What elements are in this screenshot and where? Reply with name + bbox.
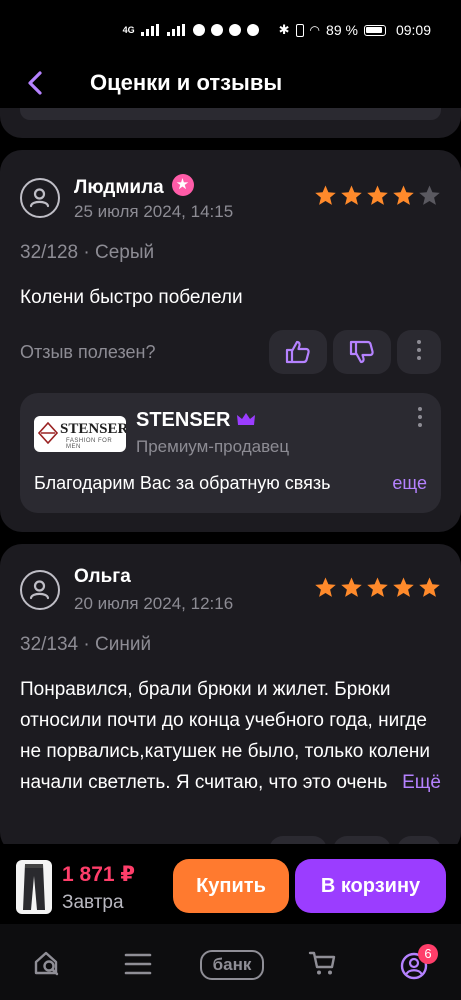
product-price: 1 871 ₽ xyxy=(62,863,135,886)
wifi-icon: ◠ xyxy=(309,23,321,37)
reviewer-name: Людмила xyxy=(74,174,194,199)
thumbs-down-icon xyxy=(349,340,374,364)
star-icon xyxy=(367,577,388,597)
seller-reply-more-link[interactable]: еще xyxy=(388,473,427,494)
star-icon xyxy=(393,185,414,205)
buy-button[interactable]: Купить xyxy=(173,859,289,913)
star-icon xyxy=(315,185,336,205)
dislike-button[interactable] xyxy=(333,330,391,374)
seller-more-options-button[interactable] xyxy=(413,407,427,437)
purchase-bar: 1 871 ₽ Завтра Купить В корзину xyxy=(0,844,461,924)
battery-percent: 89 % xyxy=(326,22,358,38)
review-card: Ольга 20 июля 2024, 12:16 32/134 · Синий… xyxy=(0,544,461,854)
more-vertical-icon xyxy=(417,340,421,360)
review-text: Понравился, брали брюки и жилет. Брюки о… xyxy=(20,679,431,793)
star-icon xyxy=(393,577,414,597)
avatar xyxy=(20,570,60,610)
message-icon xyxy=(192,24,205,36)
battery-icon xyxy=(363,24,386,36)
chevron-left-icon xyxy=(28,71,42,95)
nav-bank[interactable]: банк xyxy=(200,950,264,980)
bluetooth-icon: ✱ xyxy=(278,22,290,37)
page-title: Оценки и отзывы xyxy=(90,70,283,95)
top-reviewer-badge-icon xyxy=(171,174,194,196)
home-search-icon xyxy=(34,951,59,976)
more-options-button[interactable] xyxy=(397,330,441,374)
facebook-icon xyxy=(228,24,241,36)
star-icon xyxy=(341,185,362,205)
star-icon xyxy=(419,185,440,205)
trousers-image xyxy=(23,864,45,910)
star-icon xyxy=(419,577,440,597)
review-date: 25 июля 2024, 14:15 xyxy=(74,202,234,221)
nav-cart[interactable] xyxy=(308,948,338,983)
product-thumbnail[interactable] xyxy=(16,860,52,914)
previous-review-card xyxy=(0,108,461,138)
seller-reply-text: Благодарим Вас за обратную связь xyxy=(34,473,331,493)
thumbs-up-icon xyxy=(285,340,310,364)
review-card: Людмила 25 июля 2024, 14:15 32/128 · Сер… xyxy=(0,150,461,532)
seller-status: Премиум-продавец xyxy=(136,437,290,456)
crown-icon xyxy=(237,413,256,425)
review-date: 20 июля 2024, 12:16 xyxy=(74,594,234,613)
seller-name[interactable]: STENSER xyxy=(136,409,256,432)
cart-icon xyxy=(308,951,336,975)
user-icon xyxy=(29,188,50,208)
review-more-link[interactable]: Ещё xyxy=(392,767,441,798)
star-icon xyxy=(367,185,388,205)
status-icons: 4G ✱ ◠ 89 % 09:09 xyxy=(123,22,431,38)
avatar xyxy=(20,178,60,218)
vibrate-icon xyxy=(295,23,304,37)
seller-logo: STENSER FASHION FOR MEN xyxy=(34,416,126,452)
signal-icon-2 xyxy=(166,24,187,36)
star-icon xyxy=(315,577,336,597)
notification-badge: 6 xyxy=(418,944,438,964)
star-icon xyxy=(341,577,362,597)
nav-home[interactable] xyxy=(32,948,62,983)
menu-icon xyxy=(124,953,152,975)
signal-icon xyxy=(140,24,161,36)
chat-icon xyxy=(210,24,223,36)
stenser-logo-mark-icon xyxy=(38,422,58,444)
user-icon xyxy=(29,580,50,600)
back-button[interactable] xyxy=(22,68,52,98)
rating-stars xyxy=(314,184,441,207)
facebook-icon-2 xyxy=(246,24,259,36)
like-button[interactable] xyxy=(269,330,327,374)
header: Оценки и отзывы xyxy=(0,60,461,110)
nav-catalog[interactable] xyxy=(124,952,152,981)
rating-stars xyxy=(314,576,441,599)
helpful-label: Отзыв полезен? xyxy=(20,342,156,362)
product-variant: 32/134 · Синий xyxy=(20,634,152,655)
clock: 09:09 xyxy=(395,22,431,38)
bottom-navigation: банк 6 xyxy=(0,924,461,1000)
delivery-date: Завтра xyxy=(62,892,124,913)
review-text: Колени быстро побелели xyxy=(20,287,243,308)
add-to-cart-button[interactable]: В корзину xyxy=(295,859,446,913)
reviewer-name: Ольга xyxy=(74,566,131,587)
seller-reply-card: STENSER FASHION FOR MEN STENSER Премиум-… xyxy=(20,393,441,513)
network-label: 4G xyxy=(122,25,135,35)
product-variant: 32/128 · Серый xyxy=(20,242,155,263)
status-bar: 4G ✱ ◠ 89 % 09:09 xyxy=(0,0,461,60)
